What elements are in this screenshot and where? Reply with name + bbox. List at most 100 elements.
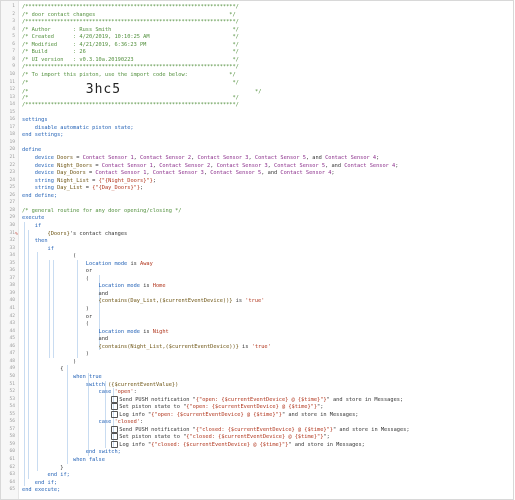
code-token: {"{Day_Doors}"} [92, 185, 141, 192]
code-token: string [22, 185, 58, 192]
code-token: Contact Sensor 4 [280, 170, 332, 177]
code-token: Doors [57, 155, 74, 161]
code-token: {"closed: {$currentEventDevice} @ {$time… [186, 434, 324, 441]
code-token: Contact Sensor 4 [344, 162, 396, 169]
task-icon [111, 433, 119, 441]
task-icon [111, 395, 119, 403]
code-token: = [82, 185, 93, 192]
code-token: Location mode [22, 328, 140, 335]
code-token: case [22, 419, 115, 426]
code-token: : [140, 419, 144, 426]
code-token: string [22, 177, 58, 184]
code-token: , and [305, 155, 326, 161]
code-token: "; [317, 404, 324, 411]
code-token: 'open' [114, 389, 134, 396]
code-token: ( [22, 275, 89, 282]
code-token: is [140, 328, 153, 335]
code-token: {Doors} [47, 230, 70, 237]
code-token: 'closed' [114, 419, 140, 426]
code-token: ) [22, 351, 89, 358]
code-token: /***************************************… [22, 4, 239, 10]
code-token: then [22, 238, 48, 245]
code-token: end if; [22, 479, 58, 486]
code-token: is [238, 343, 252, 350]
code-token: device [22, 170, 58, 177]
code-token: Contact Sensor 1 [82, 155, 134, 161]
code-token: when true [22, 373, 102, 380]
code-text[interactable]: end execute; [22, 486, 60, 495]
code-token: disable automatic piston state; [22, 124, 134, 131]
code-token: Night [152, 328, 169, 335]
code-token: Location mode [22, 260, 128, 267]
line-number: 65 [9, 487, 15, 493]
code-token: , and [325, 162, 345, 169]
code-token: execute [22, 215, 45, 222]
code-token: if [22, 222, 42, 229]
code-token: /***************************************… [22, 19, 239, 26]
code-token: Log info " [119, 441, 152, 448]
code-token: "; [323, 434, 330, 441]
code-token: " and store in Messages; [332, 426, 410, 433]
code-token: 'true' [245, 298, 265, 305]
code-token: when false [22, 457, 105, 463]
code-token: Location mode [22, 283, 140, 290]
code-token: /* Build : 26 */ [22, 49, 239, 56]
code-token: Home [152, 283, 166, 290]
code-token: /* */ [22, 94, 239, 101]
code-token: Send PUSH notification " [119, 396, 196, 403]
code-token: " and store in Messages; [281, 411, 359, 418]
code-token: Set piston state to " [119, 404, 187, 411]
code-token: Contact Sensor 5 [254, 155, 306, 161]
code-token: ( [22, 253, 77, 260]
code-token: end switch; [22, 449, 121, 456]
code-token: device [22, 155, 58, 161]
code-token: , and [261, 170, 281, 177]
code-token: Set piston state to " [119, 434, 187, 441]
code-token: {"open: {$currentEventDevice} @ {$time}"… [195, 396, 327, 403]
code-token: /***************************************… [22, 102, 239, 109]
code-token: is [127, 260, 141, 267]
code-token: {"closed: {$currentEventDevice} @ {$time… [151, 441, 289, 448]
code-token: Contact Sensor 1 [101, 162, 153, 169]
task-icon [111, 410, 119, 418]
code-token: end settings; [22, 132, 64, 139]
code-token: " and store in Messages; [288, 441, 365, 448]
code-token: Log info " [119, 411, 152, 418]
code-token: " and store in Messages; [326, 396, 404, 403]
code-token: = [73, 155, 83, 161]
code-token: define [22, 147, 42, 154]
code-token: end define; [22, 192, 58, 199]
code-token: /* UI version : v0.3.10a.20190223 */ [22, 56, 239, 63]
code-token: ; [140, 185, 144, 192]
code-token: : [133, 389, 137, 396]
code-token: ; [376, 155, 380, 161]
code-token: Contact Sensor 2 [159, 162, 211, 169]
code-token: 's contact changes [69, 230, 128, 237]
code-token: case [22, 389, 115, 396]
code-token: ({$currentEventValue}) [108, 381, 179, 388]
code-token: Night_List [57, 177, 89, 184]
code-token: {contains(Day_List,($currentEventDevice)… [22, 298, 233, 305]
piston-code-view: 1/**************************************… [0, 0, 514, 500]
code-token: Day_List [57, 185, 83, 192]
code-token: {"open: {$currentEventDevice} @ {$time}"… [151, 411, 282, 418]
code-token: Send PUSH notification " [119, 426, 196, 433]
code-token: switch [22, 381, 109, 388]
code-token: = [92, 162, 102, 169]
code-token: ; [152, 177, 156, 184]
code-token: Contact Sensor 3 [197, 155, 249, 161]
task-icon [111, 425, 119, 433]
code-token: Day_Doors [57, 170, 86, 177]
code-token: or [22, 268, 93, 275]
code-token: Contact Sensor 5 [210, 170, 262, 177]
code-token: /***************************************… [22, 64, 239, 71]
code-token: and [22, 336, 109, 343]
code-token: end execute; [22, 487, 61, 494]
code-token: Contact Sensor 2 [140, 155, 192, 161]
